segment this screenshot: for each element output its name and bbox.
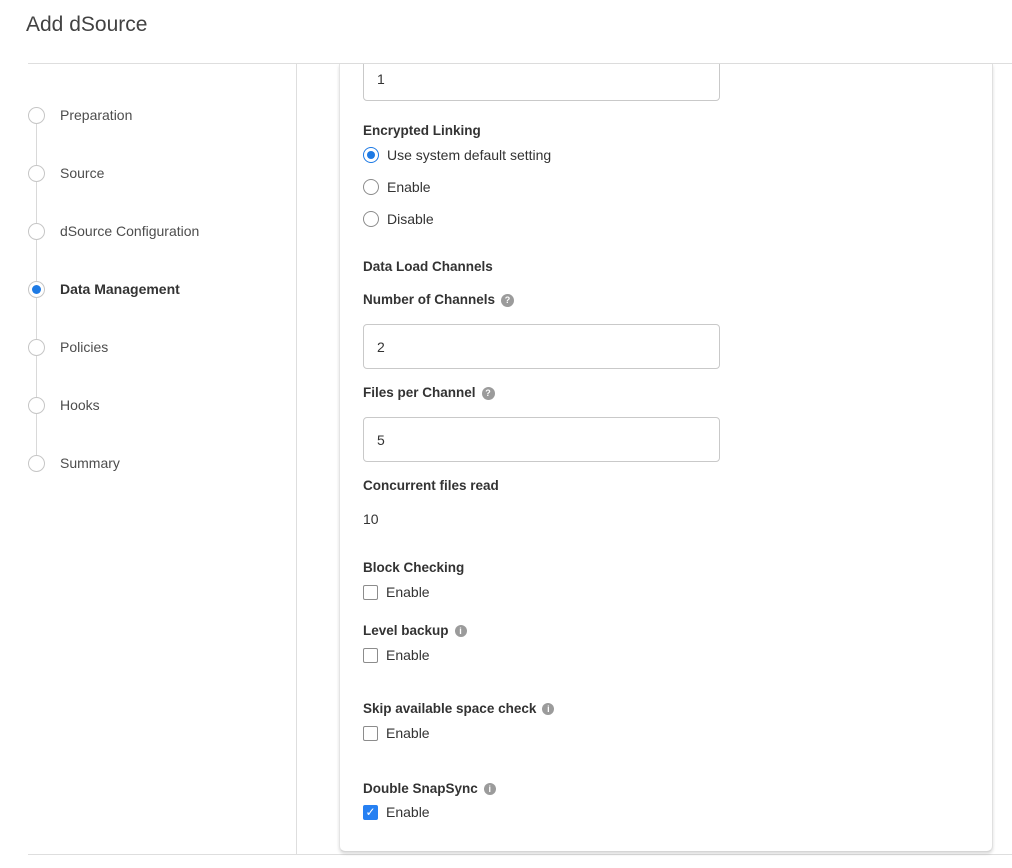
step-label: Data Management	[60, 281, 180, 297]
encrypted-linking-disable-radio[interactable]	[363, 211, 379, 227]
top-number-input[interactable]	[363, 64, 720, 101]
info-icon[interactable]: i	[455, 625, 467, 637]
radio-label: Enable	[387, 179, 431, 195]
skip-available-space-check-label: Skip available space check	[363, 701, 536, 717]
help-icon[interactable]: ?	[482, 387, 495, 400]
radio-label: Disable	[387, 211, 434, 227]
double-snapsync-checkbox[interactable]: ✓	[363, 805, 378, 820]
skip-available-space-check-enable-row: ✓ Enable	[363, 723, 992, 743]
help-icon[interactable]: ?	[501, 294, 514, 307]
concurrent-files-read-label: Concurrent files read	[363, 478, 499, 494]
files-per-channel-input[interactable]	[363, 417, 720, 462]
block-checking-enable-row: ✓ Enable	[363, 582, 992, 602]
level-backup-label: Level backup	[363, 623, 449, 639]
step-label: Hooks	[60, 397, 100, 413]
step-policies[interactable]: Policies	[0, 318, 296, 376]
step-preparation[interactable]: Preparation	[0, 86, 296, 144]
step-hooks[interactable]: Hooks	[0, 376, 296, 434]
info-icon[interactable]: i	[542, 703, 554, 715]
checkbox-label: Enable	[386, 804, 430, 820]
step-label: Source	[60, 165, 104, 181]
files-per-channel-label: Files per Channel	[363, 385, 476, 401]
step-label: dSource Configuration	[60, 223, 199, 239]
stepper: Preparation Source dSource Configuration…	[0, 64, 296, 492]
wizard-stepper-sidebar: Preparation Source dSource Configuration…	[0, 64, 297, 854]
block-checking-checkbox[interactable]: ✓	[363, 585, 378, 600]
radio-label: Use system default setting	[387, 147, 551, 163]
info-icon[interactable]: i	[484, 783, 496, 795]
page-title: Add dSource	[26, 13, 147, 37]
double-snapsync-enable-row: ✓ Enable	[363, 802, 992, 822]
block-checking-label: Block Checking	[363, 560, 464, 576]
step-circle-icon	[28, 223, 45, 240]
step-circle-icon	[28, 339, 45, 356]
step-data-management[interactable]: Data Management	[0, 260, 296, 318]
step-circle-icon	[28, 455, 45, 472]
radio-row-disable: Disable	[363, 209, 992, 229]
add-dsource-wizard: Add dSource Preparation Source dSource C…	[0, 0, 1012, 868]
number-of-channels-label: Number of Channels	[363, 292, 495, 308]
level-backup-checkbox[interactable]: ✓	[363, 648, 378, 663]
step-circle-icon	[28, 107, 45, 124]
step-source[interactable]: Source	[0, 144, 296, 202]
body-bottom-divider	[28, 854, 1012, 855]
encrypted-linking-label: Encrypted Linking	[363, 123, 481, 139]
checkbox-label: Enable	[386, 584, 430, 600]
skip-available-space-check-checkbox[interactable]: ✓	[363, 726, 378, 741]
checkbox-label: Enable	[386, 647, 430, 663]
checkbox-label: Enable	[386, 725, 430, 741]
number-of-channels-input[interactable]	[363, 324, 720, 369]
step-label: Summary	[60, 455, 120, 471]
radio-row-use-system-default: Use system default setting	[363, 145, 992, 165]
step-label: Preparation	[60, 107, 132, 123]
step-circle-icon	[28, 397, 45, 414]
double-snapsync-label: Double SnapSync	[363, 781, 478, 797]
encrypted-linking-enable-radio[interactable]	[363, 179, 379, 195]
data-management-form-panel: Encrypted Linking Use system default set…	[339, 64, 993, 852]
level-backup-enable-row: ✓ Enable	[363, 645, 992, 665]
step-dsource-configuration[interactable]: dSource Configuration	[0, 202, 296, 260]
data-load-channels-section-label: Data Load Channels	[363, 259, 493, 275]
concurrent-files-read-value: 10	[363, 511, 992, 527]
step-circle-icon	[28, 165, 45, 182]
step-summary[interactable]: Summary	[0, 434, 296, 492]
step-label: Policies	[60, 339, 108, 355]
use-system-default-radio[interactable]	[363, 147, 379, 163]
step-circle-active-icon	[28, 281, 45, 298]
radio-row-enable: Enable	[363, 177, 992, 197]
